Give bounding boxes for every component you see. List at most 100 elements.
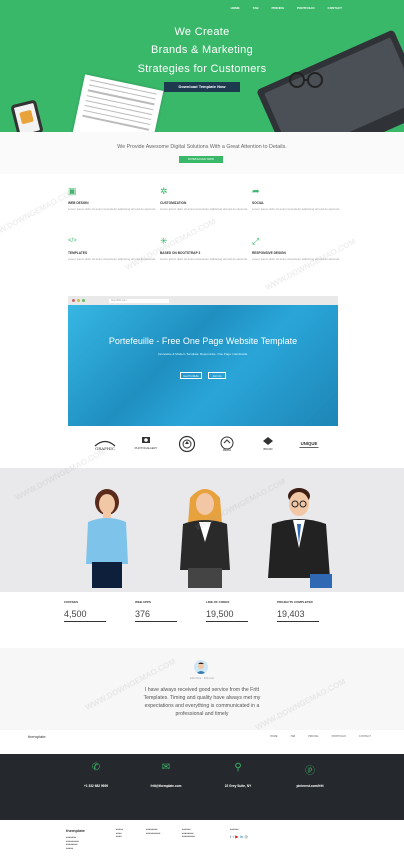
footer-brand[interactable]: themplate <box>66 828 85 833</box>
contact-phone: ✆ +1 332 682 9999 <box>56 762 136 788</box>
contact-pinterest: ⓟ pinterest.com/fritt <box>270 762 350 788</box>
nav-portfolio[interactable]: PORTFOLIO <box>297 6 315 10</box>
feature-templates: </> TEMPLATES Lorem ipsum dolor sit amet c… <box>68 236 156 261</box>
mail-icon: ✉ <box>161 762 171 773</box>
man-glasses-suit <box>268 488 332 588</box>
youtube-icon[interactable]: ▶ <box>235 834 238 839</box>
minimize-dot-icon <box>77 299 80 302</box>
bottom-nav-tab[interactable]: TAB <box>291 735 296 738</box>
hero-title-line1: We Create <box>174 26 230 38</box>
maximize-dot-icon <box>82 299 85 302</box>
responsive-icon: ⤢ <box>252 236 260 246</box>
browser-mockup: http://fritt.com Portefeuille - Free One… <box>68 296 338 426</box>
brand-logo: BRAND <box>255 434 281 454</box>
feature-bootstrap: ✳ BASED ON BOOTSTRAP 3 Lorem ipsum dolor s… <box>160 236 248 261</box>
contact-location: ⚲ 22 Grey Suite, NY <box>198 762 278 788</box>
footer-col-3: ■■■■■■ ■■■■■■■■ ■■■■■■■■■ <box>182 828 195 839</box>
download-template-button[interactable]: Download Template Now <box>164 82 240 92</box>
bottom-nav: themplate HOME TAB PRICING PORTFOLIO CON… <box>0 730 404 754</box>
template-title: Portefeuille - Free One Page Website Tem… <box>108 336 298 346</box>
stat-projects-completed: PROJECTS COMPLETED 19,403 <box>277 600 337 623</box>
stat-value: 19,403 <box>277 609 305 619</box>
stat-value: 4,500 <box>64 609 87 619</box>
brand-name[interactable]: themplate <box>28 734 46 739</box>
feature-title: TEMPLATES <box>68 251 88 255</box>
hero-section: HOME TAB PRICING PORTFOLIO CONTACT We Cr… <box>0 0 404 132</box>
nav-tab[interactable]: TAB <box>253 6 259 10</box>
phone-illustration <box>10 99 44 132</box>
facebook-icon[interactable]: f <box>230 834 231 839</box>
feature-text: Lorem ipsum dolor sit amet consectetur a… <box>160 257 248 261</box>
bottom-nav-contact[interactable]: CONTACT <box>359 735 371 738</box>
bootstrap-icon: ✳ <box>160 236 168 246</box>
feature-text: Lorem ipsum dolor sit amet consectetur a… <box>68 257 156 261</box>
feature-title: SOCIAL <box>252 201 265 205</box>
browser-toolbar: http://fritt.com <box>68 296 338 305</box>
feature-responsive: ⤢ RESPONSIVE DESIGN Lorem ipsum dolor sit … <box>252 236 340 261</box>
unique-logo: UNIQUE <box>296 434 322 454</box>
address-bar[interactable]: http://fritt.com <box>109 298 169 303</box>
footer-col-1: ■■■■■ ■■■■ ■■■■ <box>116 828 124 839</box>
nav-contact[interactable]: CONTACT <box>328 6 342 10</box>
nav-pricing[interactable]: PRICING <box>272 6 285 10</box>
stat-web-apps: WEB APPS 376 <box>135 600 195 623</box>
testimonial-section: John Doe · Fritt.com I have always recei… <box>0 648 404 730</box>
logo-text: PHOTOGALLERY <box>134 446 157 450</box>
bottom-nav-home[interactable]: HOME <box>270 735 278 738</box>
logo-text: GRAPHIC <box>95 446 115 451</box>
contact-text[interactable]: pinterest.com/fritt <box>270 784 350 788</box>
footer-address: ■■■■■■■ ■■■■■■■■■ ■■■■■■■■ ■■■■■ <box>66 836 79 850</box>
join-us-button[interactable]: Join Us <box>208 372 226 379</box>
feature-customization: ✲ CUSTOMIZATION Lorem ipsum dolor sit amet… <box>160 186 248 211</box>
stat-label: PROJECTS COMPLETED <box>277 600 313 604</box>
feature-title: WEB DESIGN <box>68 201 89 205</box>
intro-section: We Provide Awesome Digital Solutions Wit… <box>0 132 404 174</box>
get-portfolio-button[interactable]: Get Portfolio <box>180 372 202 379</box>
pinterest-icon: ⓟ <box>305 766 315 777</box>
contact-text[interactable]: +1 332 682 9999 <box>56 784 136 788</box>
bottom-nav-portfolio[interactable]: PORTFOLIO <box>332 735 346 738</box>
stat-label: COFFEES <box>64 600 79 604</box>
logo-text: UNIQUE <box>301 441 318 446</box>
watermark: WWW.DOWNGEMAO.COM <box>0 186 78 243</box>
feature-text: Lorem ipsum dolor sit amet consectetur a… <box>252 207 340 211</box>
bottom-nav-pricing[interactable]: PRICING <box>308 735 318 738</box>
download-now-button[interactable]: DOWNLOAD NOW <box>179 156 223 163</box>
team-section <box>0 468 404 592</box>
social-icon: ➦ <box>252 186 260 196</box>
feature-text: Lorem ipsum dolor sit amet consectetur a… <box>68 207 156 211</box>
bottom-nav-links: HOME TAB PRICING PORTFOLIO CONTACT <box>270 735 371 738</box>
client-logos: GRAPHIC PHOTOGALLERY MEDIA BRAND UNIQUE <box>92 432 322 456</box>
camera-icon[interactable]: ◎ <box>244 834 248 839</box>
template-subtitle: Innovative & Modern Template. Responsive… <box>157 352 249 356</box>
stat-value: 376 <box>135 609 151 619</box>
hero-title-line3: Strategies for Customers <box>137 63 267 75</box>
customization-icon: ✲ <box>160 186 168 196</box>
stats-row: COFFEES 4,500 WEB APPS 376 LINE OF CODES 19… <box>64 600 340 640</box>
paper-illustration <box>72 74 164 132</box>
feature-title: RESPONSIVE DESIGN <box>252 251 286 255</box>
intro-text: We Provide Awesome Digital Solutions Wit… <box>117 144 287 150</box>
feature-web-design: ▣ WEB DESIGN Lorem ipsum dolor sit amet co… <box>68 186 156 211</box>
woman-black-suit <box>180 489 230 588</box>
contact-section: ✆ +1 332 682 9999 ✉ fritt@themplate.com ⚲ 2… <box>0 754 404 820</box>
polygon-background <box>68 305 338 426</box>
nav-home[interactable]: HOME <box>231 6 240 10</box>
stat-label: LINE OF CODES <box>206 600 230 604</box>
phone-icon: ✆ <box>91 762 101 773</box>
location-icon: ⚲ <box>234 762 242 773</box>
linkedin-icon[interactable]: in <box>240 834 243 839</box>
stat-value: 19,500 <box>206 609 234 619</box>
testimonial-author: John Doe · Fritt.com <box>189 677 215 680</box>
footer-col-2: ■■■■■■■■ ■■■■■■■■■■ <box>146 828 161 835</box>
contact-text[interactable]: fritt@themplate.com <box>126 784 206 788</box>
feature-title: BASED ON BOOTSTRAP 3 <box>160 251 201 255</box>
twitter-icon[interactable]: t <box>233 834 234 839</box>
testimonial-text: I have always received good service from… <box>143 687 261 717</box>
footer-social-title: ■■■■■■ <box>230 828 239 831</box>
contact-text[interactable]: 22 Grey Suite, NY <box>198 784 278 788</box>
badge-logo <box>174 434 200 454</box>
woman-blue-shirt <box>86 489 128 588</box>
graphic-logo: GRAPHIC <box>92 434 118 454</box>
feature-title: CUSTOMIZATION <box>160 201 187 205</box>
